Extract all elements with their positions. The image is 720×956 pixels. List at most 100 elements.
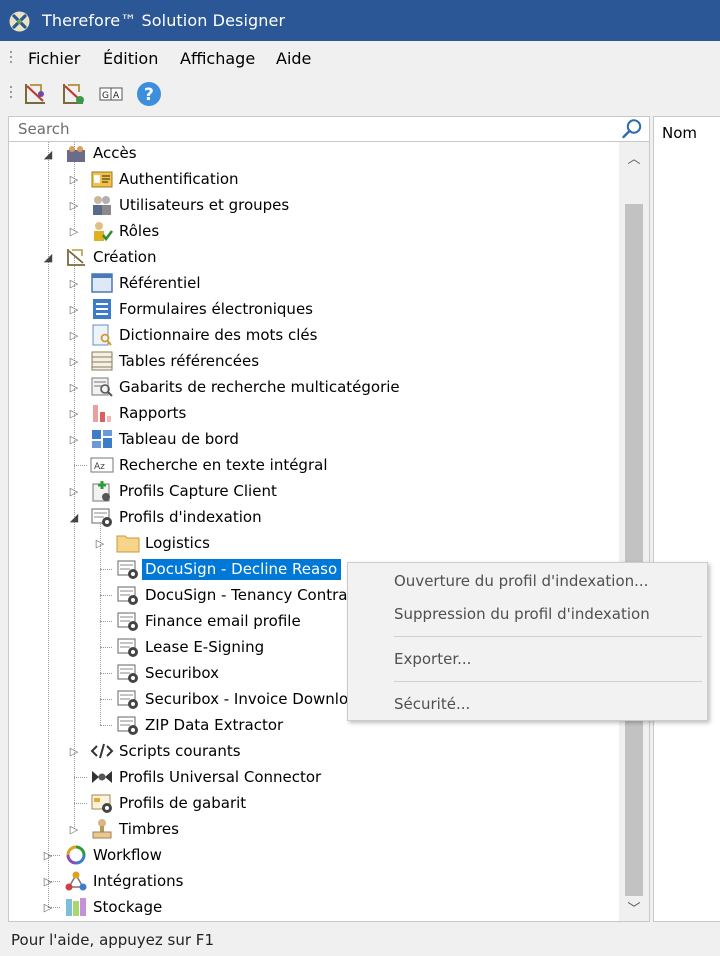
menu-item-security[interactable]: Sécurité... (394, 695, 470, 713)
indexing-profile-icon (117, 586, 138, 605)
menu-item-delete-profile[interactable]: Suppression du profil d'indexation (394, 605, 650, 623)
tree-item-label: Workflow (93, 845, 162, 864)
tree-item-recherche[interactable]: Az Recherche en texte intégral (90, 452, 331, 478)
tree-item-label: Stockage (93, 897, 163, 916)
tree-item-utilisateurs[interactable]: Utilisateurs et groupes (90, 192, 293, 218)
tree-item-label: Gabarits de recherche multicatégorie (119, 377, 400, 396)
tree-item-tableau[interactable]: Tableau de bord (90, 426, 243, 452)
tree-item-label: Timbres (119, 819, 179, 838)
workflow-icon (66, 845, 86, 865)
tree-item-acces[interactable]: Accès (64, 142, 141, 166)
menu-edition[interactable]: Édition (103, 49, 158, 68)
tree-expander-closed[interactable]: ▷ (68, 485, 80, 498)
tree-scrollbar[interactable]: ︿ ﹀ (619, 142, 649, 921)
tree-item-stockage[interactable]: Stockage (64, 894, 166, 920)
scroll-up-icon[interactable]: ︿ (619, 144, 649, 170)
tree-item-label: Recherche en texte intégral (119, 455, 328, 474)
stamp-icon (92, 819, 112, 839)
menu-item-export[interactable]: Exporter... (394, 650, 471, 668)
tree-item-scripts[interactable]: Scripts courants (90, 738, 245, 764)
search-input[interactable] (9, 117, 609, 141)
menu-bar: Fichier Édition Affichage Aide (0, 41, 720, 74)
tree-expander-closed[interactable]: ▷ (68, 225, 80, 238)
tree-expander-closed[interactable]: ▷ (68, 823, 80, 836)
scroll-thumb[interactable] (625, 204, 643, 896)
design-icon (67, 249, 85, 266)
tree-item-securibox[interactable]: Securibox (116, 660, 223, 686)
tree-item-workflow[interactable]: Workflow (64, 842, 166, 868)
integration-icon (65, 871, 87, 891)
users-icon (93, 196, 111, 215)
tree-item-rapports[interactable]: Rapports (90, 400, 190, 426)
tree-item-referentiel[interactable]: Référentiel (90, 270, 205, 296)
tree-expander-closed[interactable]: ▷ (42, 875, 54, 888)
tree-item-indexation[interactable]: Profils d'indexation (90, 504, 266, 530)
therefore-logo-icon (9, 11, 30, 32)
search-icon[interactable] (621, 118, 643, 140)
tree-item-roles[interactable]: Rôles (90, 218, 163, 244)
tree-item-label: Authentification (119, 169, 239, 188)
tree-expander-closed[interactable]: ▷ (42, 901, 54, 914)
menu-item-open-profile[interactable]: Ouverture du profil d'indexation... (394, 572, 648, 590)
tree-expander-open[interactable]: ◢ (68, 511, 80, 524)
indexing-profile-icon (117, 638, 138, 657)
menu-fichier[interactable]: Fichier (28, 49, 80, 68)
menu-separator (394, 681, 702, 682)
tree-item-creation[interactable]: Création (64, 244, 160, 270)
tree-item-label: DocuSign - Decline Reaso (142, 558, 342, 580)
tree-expander-closed[interactable]: ▷ (68, 303, 80, 316)
tree-item-label: ZIP Data Extractor (145, 715, 284, 734)
tree-item-label: Securibox - Invoice Downlo (145, 689, 349, 708)
tree-expander-closed[interactable]: ▷ (68, 407, 80, 420)
fulltext-search-icon: Az (90, 457, 114, 473)
tree-item-formulaires[interactable]: Formulaires électroniques (90, 296, 317, 322)
tree-item-finance[interactable]: Finance email profile (116, 608, 305, 634)
search-template-icon (91, 377, 113, 397)
tree-item-lease[interactable]: Lease E-Signing (116, 634, 268, 660)
designer-icon[interactable] (21, 80, 49, 108)
menu-aide[interactable]: Aide (276, 49, 311, 68)
tree-expander-open[interactable]: ◢ (42, 251, 54, 264)
status-bar: Pour l'aide, appuyez sur F1 (0, 922, 720, 956)
tree-item-gabarits[interactable]: Gabarits de recherche multicatégorie (90, 374, 404, 400)
tree-item-securibox-invoice[interactable]: Securibox - Invoice Downlo (116, 686, 352, 712)
tree-item-docusign-decline[interactable]: DocuSign - Decline Reaso (116, 556, 342, 582)
scroll-down-icon[interactable]: ﹀ (619, 894, 649, 920)
tree-item-universal[interactable]: Profils Universal Connector (90, 764, 325, 790)
column-header-nom[interactable]: Nom (662, 124, 697, 142)
indexing-profile-icon (117, 664, 138, 683)
tree-item-authentification[interactable]: Authentification (90, 166, 243, 192)
context-menu: Ouverture du profil d'indexation... Supp… (347, 562, 708, 721)
font-icon[interactable]: G A (97, 80, 125, 108)
tree-expander-open[interactable]: ◢ (42, 148, 54, 161)
tree-item-dictionnaire[interactable]: Dictionnaire des mots clés (90, 322, 321, 348)
tree-item-integrations[interactable]: Intégrations (64, 868, 187, 894)
tree-expander-closed[interactable]: ▷ (68, 329, 80, 342)
tree-item-tables[interactable]: Tables référencées (90, 348, 263, 374)
tree-expander-closed[interactable]: ▷ (68, 355, 80, 368)
keyword-dictionary-icon (92, 324, 112, 346)
tree-item-label: Rapports (119, 403, 187, 422)
menu-affichage[interactable]: Affichage (180, 49, 255, 68)
tree-expander-closed[interactable]: ▷ (68, 173, 80, 186)
form-icon (93, 299, 111, 319)
tree-item-zip[interactable]: ZIP Data Extractor (116, 712, 287, 738)
status-text: Pour l'aide, appuyez sur F1 (11, 931, 214, 949)
tree-expander-closed[interactable]: ▷ (68, 433, 80, 446)
tree-expander-closed[interactable]: ▷ (68, 745, 80, 758)
template-profile-icon (91, 794, 112, 813)
tree-expander-closed[interactable]: ▷ (68, 381, 80, 394)
designer-alt-icon[interactable] (59, 80, 87, 108)
help-icon[interactable]: ? (135, 80, 163, 108)
tree-expander-closed[interactable]: ▷ (68, 277, 80, 290)
tree-item-capture[interactable]: Profils Capture Client (90, 478, 281, 504)
table-icon (91, 351, 113, 371)
tree-item-docusign-tenancy[interactable]: DocuSign - Tenancy Contra (116, 582, 352, 608)
tree-expander-closed[interactable]: ▷ (42, 849, 54, 862)
tree-expander-closed[interactable]: ▷ (68, 199, 80, 212)
tree-item-timbres[interactable]: Timbres (90, 816, 183, 842)
indexing-profile-icon (117, 560, 138, 579)
tree-item-profils-gabarit[interactable]: Profils de gabarit (90, 790, 250, 816)
tree-expander-closed[interactable]: ▷ (94, 537, 106, 550)
tree-item-logistics[interactable]: Logistics (116, 530, 214, 556)
